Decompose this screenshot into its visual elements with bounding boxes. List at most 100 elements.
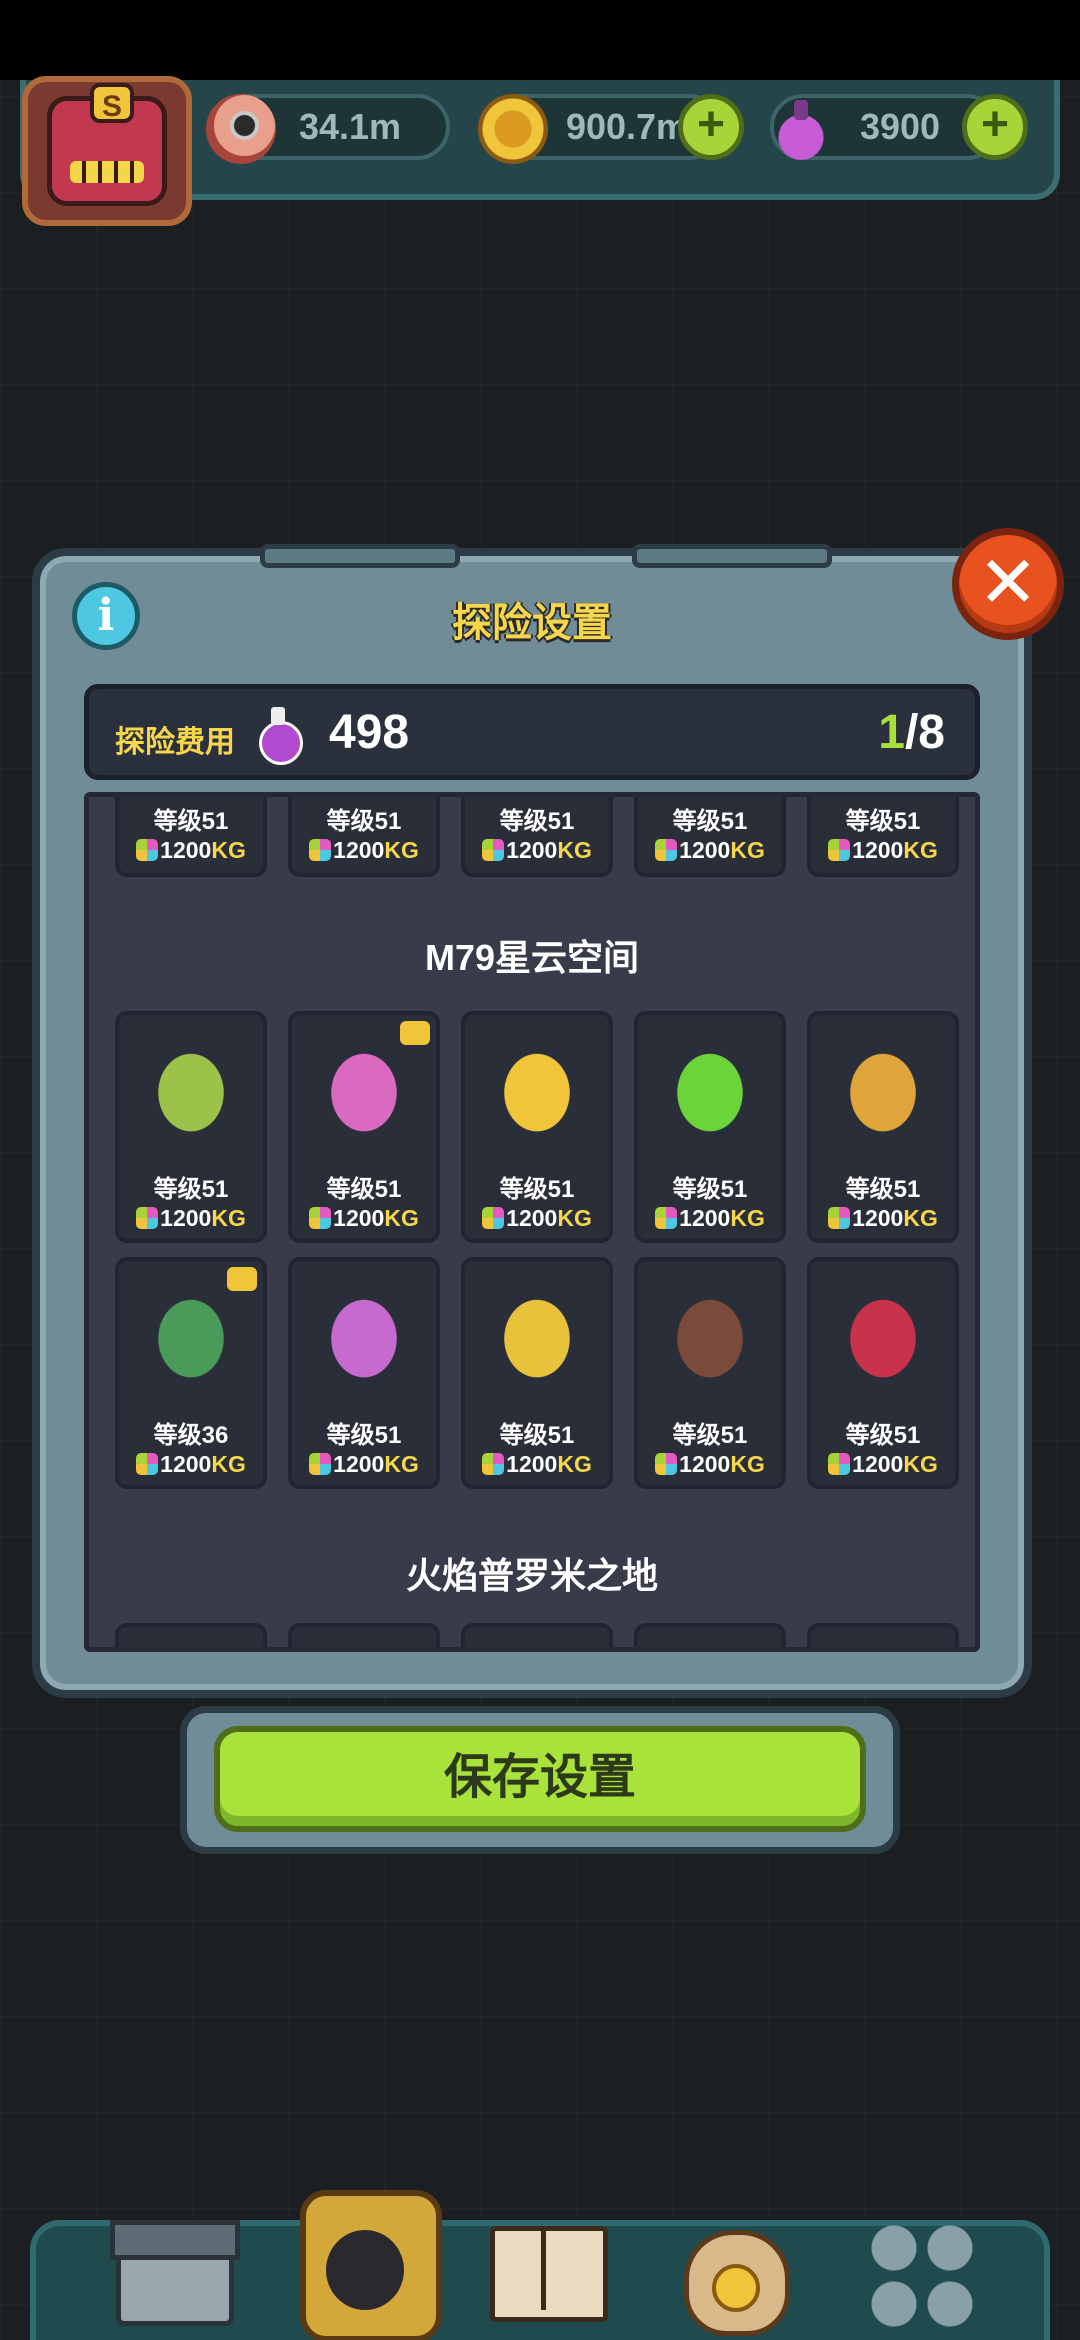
eye-icon — [206, 94, 276, 164]
yellow-bee-monster-icon — [485, 1031, 589, 1143]
gem-bag-icon — [136, 839, 159, 861]
monster-weight: 1200KG — [465, 837, 609, 864]
monster-weight: 1200KG — [638, 1205, 782, 1232]
gem-bag-icon — [655, 1453, 678, 1475]
monster-level: 等级51 — [326, 1422, 402, 1449]
monster-card[interactable]: 等级51 1200KG — [288, 1011, 440, 1243]
monster-level: 等级51 — [672, 1422, 748, 1449]
green-helmet-robot-icon — [658, 1031, 762, 1143]
monster-card[interactable]: 等级51 1200KG — [634, 797, 786, 877]
monster-card[interactable]: 等级51 1200KG — [115, 1011, 267, 1243]
monster-level: 等级51 — [672, 1176, 748, 1203]
weight-value: 1200 — [333, 1205, 385, 1231]
gem-bag-icon — [309, 839, 332, 861]
monster-weight: 1200KG — [292, 837, 436, 864]
monster-card[interactable]: 等级51 1200KG — [634, 1011, 786, 1243]
weight-unit: KG — [384, 837, 419, 863]
weight-value: 1200 — [160, 1205, 212, 1231]
add-potions-button[interactable]: + — [962, 94, 1028, 160]
nav-shop-icon[interactable] — [110, 2200, 240, 2330]
nav-monster-icon[interactable] — [290, 2180, 442, 2340]
monster-level: 等级51 — [153, 1176, 229, 1203]
weight-unit: KG — [211, 1451, 246, 1477]
monster-card[interactable]: 等级51 1200KG — [461, 1257, 613, 1489]
gem-bag-icon — [309, 1207, 332, 1229]
weight-value: 1200 — [852, 1451, 904, 1477]
nav-grid-icon[interactable] — [862, 2200, 982, 2332]
jellyfish-bulb-monster-icon — [312, 1277, 416, 1389]
cost-value: 498 — [329, 706, 410, 759]
monster-level: 等级51 — [326, 808, 402, 835]
monster-level: 等级51 — [499, 1176, 575, 1203]
monster-card[interactable]: 等级51 1200KG — [807, 1257, 959, 1489]
nav-bag-icon[interactable] — [672, 2200, 792, 2336]
weight-value: 1200 — [333, 1451, 385, 1477]
expedition-cost-bar: 探险费用 498 1/8 — [84, 684, 980, 780]
weight-unit: KG — [903, 1451, 938, 1477]
gem-bag-icon — [828, 1207, 851, 1229]
monster-card[interactable]: 等级51 1200KG — [634, 1257, 786, 1489]
monster-card[interactable]: 等级36 1200KG — [115, 1257, 267, 1489]
monster-card[interactable]: 等级51 1200KG — [288, 1257, 440, 1489]
monster-card[interactable] — [807, 1623, 959, 1647]
monster-list[interactable]: M79星云空间 火焰普罗米之地 等级51 1200KG 等级51 1200KG 等级51… — [84, 792, 980, 1652]
weight-unit: KG — [730, 837, 765, 863]
player-avatar[interactable]: S — [22, 76, 192, 226]
monster-level: 等级51 — [845, 1422, 921, 1449]
monster-card[interactable]: 等级51 1200KG — [461, 1011, 613, 1243]
weight-value: 1200 — [333, 837, 385, 863]
weight-value: 1200 — [679, 1205, 731, 1231]
potion-icon — [766, 94, 836, 164]
weight-value: 1200 — [679, 837, 731, 863]
potion-icon — [257, 707, 303, 765]
weight-unit: KG — [384, 1451, 419, 1477]
save-settings-button[interactable]: 保存设置 — [214, 1726, 866, 1832]
gem-bag-icon — [482, 839, 505, 861]
dialog-top-tab — [260, 544, 460, 568]
monster-weight: 1200KG — [638, 837, 782, 864]
monster-card[interactable]: 等级51 1200KG — [288, 797, 440, 877]
nav-book-icon[interactable] — [484, 2200, 608, 2330]
weight-unit: KG — [903, 1205, 938, 1231]
monster-weight: 1200KG — [465, 1205, 609, 1232]
monster-level: 等级36 — [153, 1422, 229, 1449]
selected-count-current: 1 — [878, 706, 905, 759]
weight-unit: KG — [730, 1205, 765, 1231]
monster-weight: 1200KG — [292, 1205, 436, 1232]
weight-unit: KG — [384, 1205, 419, 1231]
weight-unit: KG — [557, 837, 592, 863]
gem-bag-icon — [482, 1207, 505, 1229]
weight-value: 1200 — [679, 1451, 731, 1477]
monster-card[interactable]: 等级51 1200KG — [807, 797, 959, 877]
monster-weight: 1200KG — [465, 1451, 609, 1478]
monster-card[interactable] — [634, 1623, 786, 1647]
monster-level: 等级51 — [326, 1176, 402, 1203]
weight-value: 1200 — [852, 1205, 904, 1231]
weight-value: 1200 — [160, 837, 212, 863]
monster-card[interactable]: 等级51 1200KG — [115, 797, 267, 877]
monster-weight: 1200KG — [811, 837, 955, 864]
selected-count: 1/8 — [878, 705, 945, 760]
cone-monster-icon — [831, 1031, 935, 1143]
weight-unit: KG — [557, 1451, 592, 1477]
add-coins-button[interactable]: + — [678, 94, 744, 160]
close-button[interactable]: ✕ — [952, 528, 1064, 640]
red-spiral-monster-icon — [831, 1277, 935, 1389]
gem-bag-icon — [828, 839, 851, 861]
monster-weight: 1200KG — [811, 1451, 955, 1478]
weight-unit: KG — [903, 837, 938, 863]
monster-level: 等级51 — [499, 808, 575, 835]
monster-card[interactable]: 等级51 1200KG — [807, 1011, 959, 1243]
weight-unit: KG — [211, 837, 246, 863]
monster-card[interactable] — [461, 1623, 613, 1647]
monster-card[interactable] — [288, 1623, 440, 1647]
weight-unit: KG — [557, 1205, 592, 1231]
pink-bush-monster-icon — [312, 1031, 416, 1143]
monster-card[interactable]: 等级51 1200KG — [461, 797, 613, 877]
monster-card[interactable] — [115, 1623, 267, 1647]
cost-label: 探险费用 — [115, 726, 235, 759]
monster-weight: 1200KG — [119, 837, 263, 864]
status-bar — [0, 0, 1080, 80]
monster-weight: 1200KG — [811, 1205, 955, 1232]
eye-resource: 34.1m — [206, 94, 450, 164]
